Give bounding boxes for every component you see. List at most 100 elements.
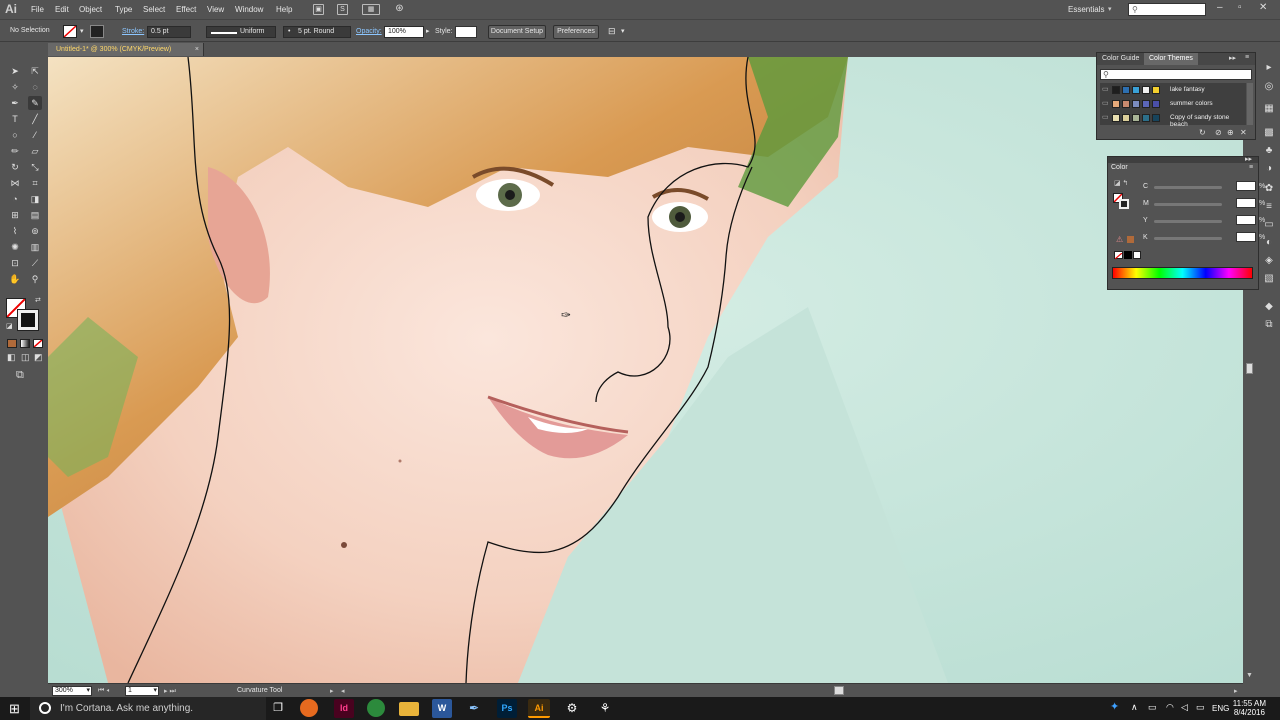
refresh-icon[interactable]: ↻ [1199, 128, 1206, 137]
maximize-icon[interactable]: ▫ [1238, 2, 1242, 13]
none-swatch[interactable] [1114, 251, 1123, 260]
preferences-button[interactable]: Preferences [553, 25, 599, 39]
paintbrush-tool-icon[interactable]: ⁄ [28, 128, 42, 142]
photoshop-icon[interactable]: Ps [497, 699, 517, 718]
volume-icon[interactable]: ◁ [1181, 702, 1188, 713]
lasso-tool-icon[interactable]: ◌ [28, 80, 42, 94]
close-icon[interactable]: ✕ [1259, 2, 1267, 13]
document-setup-button[interactable]: Document Setup [488, 25, 546, 39]
color-icon[interactable]: ◑ [1263, 163, 1275, 175]
magenta-input[interactable] [1236, 198, 1256, 208]
illustrator-icon[interactable]: Ai [528, 699, 550, 718]
pencil-tool-icon[interactable]: ✏ [8, 144, 22, 158]
delete-icon[interactable]: ✕ [1240, 128, 1247, 137]
pen-tool-icon[interactable]: ✒ [8, 96, 22, 110]
opacity-field[interactable]: 100% [384, 26, 424, 38]
menu-effect[interactable]: Effect [176, 5, 196, 14]
eyedropper-tool-icon[interactable]: ⌇ [8, 224, 22, 238]
chevron-right-icon[interactable]: ▸ [426, 27, 430, 35]
file-explorer-icon[interactable] [399, 702, 419, 716]
swatches-icon[interactable]: ▩ [1263, 127, 1275, 139]
edit-icon[interactable]: ⊕ [1227, 128, 1234, 137]
brush-definition[interactable]: • 5 pt. Round [283, 26, 351, 38]
yellow-input[interactable] [1236, 215, 1256, 225]
next-artboard-icon[interactable]: ▸ ⏭ [164, 687, 176, 696]
tray-icon[interactable]: ▭ [1148, 702, 1157, 713]
graph-tool-icon[interactable]: ▥ [28, 240, 42, 254]
color-guide-icon[interactable]: ◎ [1263, 81, 1275, 93]
menu-view[interactable]: View [207, 5, 224, 14]
variable-width-profile[interactable]: Uniform [206, 26, 276, 38]
yellow-slider[interactable] [1154, 220, 1222, 223]
scroll-down-icon[interactable]: ▼ [1246, 672, 1253, 679]
chevron-down-icon[interactable]: ▾ [621, 27, 625, 35]
horizontal-scroll-thumb[interactable] [834, 686, 844, 695]
clock[interactable]: 11:55 AM 8/4/2016 [1233, 699, 1266, 717]
arrange-icon[interactable]: ⊟ [608, 26, 616, 37]
vertical-scroll-thumb[interactable] [1246, 363, 1253, 374]
draw-normal-icon[interactable]: ◧ [7, 352, 16, 363]
pen-app-icon[interactable]: ✒ [464, 699, 484, 718]
direct-selection-tool-icon[interactable]: ⇱ [28, 64, 42, 78]
battery-icon[interactable]: ▭ [1196, 702, 1205, 713]
black-slider[interactable] [1154, 237, 1222, 240]
eraser-tool-icon[interactable]: ▱ [28, 144, 42, 158]
black-swatch[interactable] [1124, 251, 1132, 259]
white-swatch[interactable] [1133, 251, 1141, 259]
word-icon[interactable]: W [432, 699, 452, 718]
arrange-documents-icon[interactable]: ▦ [362, 4, 380, 15]
default-colors-icon[interactable]: ◪ ↰ [1114, 179, 1128, 187]
stroke-swatch[interactable] [1119, 199, 1129, 209]
panel-grip[interactable] [1108, 157, 1258, 163]
themes-search-input[interactable]: ⚲ [1100, 69, 1252, 80]
swap-fill-stroke-icon[interactable]: ⇄ [35, 296, 41, 304]
draw-inside-icon[interactable]: ◩ [34, 352, 43, 363]
magenta-slider[interactable] [1154, 203, 1222, 206]
tray-app-icon[interactable]: ✦ [1110, 700, 1119, 713]
panel-collapse-icon[interactable]: ▸▸ [1245, 155, 1252, 163]
gamut-swatch[interactable] [1127, 236, 1134, 243]
color-themes-icon[interactable]: ▦ [1263, 103, 1275, 115]
firefox-icon[interactable] [300, 699, 318, 717]
opacity-label[interactable]: Opacity: [356, 28, 382, 35]
scroll-left-icon[interactable]: ◂ [341, 687, 345, 695]
tab-color-themes[interactable]: Color Themes [1144, 53, 1198, 65]
status-menu-icon[interactable]: ▸ [330, 687, 334, 695]
panel-menu-icon[interactable]: ≡ [1249, 164, 1253, 171]
minimize-icon[interactable]: – [1217, 2, 1223, 13]
curvature-tool-icon[interactable]: ✎ [28, 96, 42, 110]
zoom-field[interactable]: 300% ▾ [52, 686, 92, 696]
black-input[interactable] [1236, 232, 1256, 242]
panel-title[interactable]: Color [1111, 164, 1128, 171]
document-tab[interactable]: Untitled-1* @ 300% (CMYK/Preview) × [48, 43, 204, 56]
app-icon[interactable]: ⚘ [595, 699, 615, 718]
scroll-right-icon[interactable]: ▸ [1234, 687, 1238, 695]
out-of-gamut-icon[interactable]: ⚠ [1116, 235, 1123, 244]
collapse-icon[interactable]: ▸ [1263, 62, 1275, 74]
screen-mode-icon[interactable]: ⧉ [16, 369, 24, 382]
width-tool-icon[interactable]: ⋈ [8, 176, 22, 190]
windows-start-icon[interactable]: ⊞ [9, 701, 20, 717]
help-search-input[interactable]: ⚲ [1128, 3, 1206, 16]
link-icon[interactable]: ⊘ [1215, 128, 1222, 137]
menu-window[interactable]: Window [235, 5, 263, 14]
gradient-tool-icon[interactable]: ▤ [28, 208, 42, 222]
artboard-tool-icon[interactable]: ⊡ [8, 256, 22, 270]
gpu-performance-icon[interactable]: ⊛ [394, 4, 405, 15]
menu-help[interactable]: Help [276, 5, 292, 14]
blend-tool-icon[interactable]: ⊚ [28, 224, 42, 238]
shape-builder-tool-icon[interactable]: ◔ [8, 192, 22, 206]
menu-select[interactable]: Select [143, 5, 165, 14]
symbol-sprayer-tool-icon[interactable]: ✺ [8, 240, 22, 254]
draw-behind-icon[interactable]: ◫ [21, 352, 30, 363]
magic-wand-tool-icon[interactable]: ✧ [8, 80, 22, 94]
menu-edit[interactable]: Edit [55, 5, 69, 14]
perspective-grid-tool-icon[interactable]: ⊞ [8, 208, 22, 222]
zoom-tool-icon[interactable]: ⚲ [28, 272, 42, 286]
fill-none-swatch[interactable] [63, 25, 77, 38]
first-artboard-icon[interactable]: ⏮ ◂ [98, 687, 109, 695]
scale-tool-icon[interactable]: ⤡ [28, 160, 42, 174]
ellipse-tool-icon[interactable]: ○ [8, 128, 22, 142]
free-transform-tool-icon[interactable]: ⌗ [28, 176, 42, 190]
artboards-icon[interactable]: ⧉ [1263, 319, 1275, 331]
